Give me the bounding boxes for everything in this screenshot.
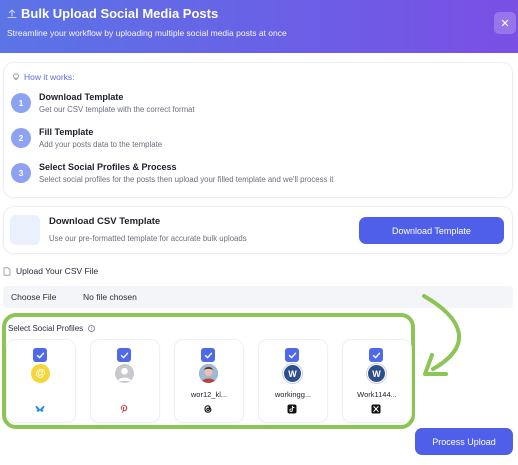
at-sign-avatar: @ <box>31 364 50 383</box>
download-template-button[interactable]: Download Template <box>359 217 504 244</box>
csv-file-icon <box>10 215 40 245</box>
profile-checkbox[interactable] <box>33 348 47 362</box>
step-description: Select social profiles for the posts the… <box>39 175 334 184</box>
checkmark-icon <box>288 352 296 359</box>
download-template-card: Download CSV Template Use our pre-format… <box>4 207 512 253</box>
photo-avatar <box>199 364 218 383</box>
checkmark-icon <box>120 352 128 359</box>
step-title: Fill Template <box>39 127 94 137</box>
profile-checkbox[interactable] <box>369 348 383 362</box>
profile-name: Work1144... <box>357 390 397 399</box>
checkmark-icon <box>36 352 44 359</box>
modal-title: Bulk Upload Social Media Posts <box>21 6 219 21</box>
choose-file-button[interactable]: Choose File <box>11 292 56 302</box>
x-icon <box>371 404 381 414</box>
photo-icon <box>199 364 218 383</box>
close-icon: ✕ <box>500 17 510 30</box>
file-input[interactable]: Choose File No file chosen <box>3 286 513 308</box>
select-profiles-label: Select Social Profiles i <box>8 324 96 333</box>
profile-card[interactable] <box>91 340 159 422</box>
user-icon <box>118 367 131 381</box>
upload-csv-label-text: Upload Your CSV File <box>16 266 99 276</box>
select-profiles-text: Select Social Profiles <box>8 324 84 333</box>
how-it-works-title: How it works: <box>24 72 75 82</box>
lightbulb-icon <box>13 73 19 80</box>
letter-w-avatar: W <box>367 364 386 383</box>
checkmark-icon <box>372 352 380 359</box>
step-item: 1 Download Template Get our CSV template… <box>11 92 501 119</box>
profile-card[interactable]: @ <box>7 340 75 422</box>
threads-icon <box>204 405 212 413</box>
profile-checkbox[interactable] <box>117 348 131 362</box>
process-upload-button[interactable]: Process Upload <box>415 428 513 455</box>
profile-card[interactable]: wor12_kl... <box>175 340 243 422</box>
download-title: Download CSV Template <box>49 216 161 227</box>
pinterest-icon <box>120 405 128 413</box>
step-number: 2 <box>11 128 31 148</box>
letter-w-avatar: W <box>283 364 302 383</box>
step-title: Download Template <box>39 92 124 102</box>
avatar-letter: W <box>288 368 297 379</box>
tiktok-icon <box>287 404 297 414</box>
modal-subtitle: Streamline your workflow by uploading mu… <box>7 28 287 38</box>
profile-checkbox[interactable] <box>285 348 299 362</box>
profile-card[interactable]: W workingg... <box>259 340 327 422</box>
step-description: Get our CSV template with the correct fo… <box>39 105 195 114</box>
close-button[interactable]: ✕ <box>494 12 516 34</box>
profile-name: wor12_kl... <box>190 390 228 399</box>
step-number: 1 <box>11 93 31 113</box>
how-it-works-card: How it works: 1 Download Template Get ou… <box>4 63 512 197</box>
modal-header: Bulk Upload Social Media Posts Streamlin… <box>0 0 518 53</box>
profile-name: workingg... <box>274 390 312 399</box>
checkmark-icon <box>204 352 212 359</box>
profile-card[interactable]: W Work1144... <box>343 340 411 422</box>
avatar-letter: W <box>372 368 381 379</box>
bluesky-icon <box>35 405 45 412</box>
upload-icon <box>7 9 17 19</box>
default-user-avatar <box>115 364 134 383</box>
upload-csv-label: Upload Your CSV File <box>3 266 98 276</box>
step-title: Select Social Profiles & Process <box>39 162 177 172</box>
info-icon[interactable]: i <box>88 325 96 332</box>
file-icon <box>3 266 11 276</box>
step-number: 3 <box>11 163 31 183</box>
step-description: Add your posts data to the template <box>39 140 163 149</box>
step-item: 2 Fill Template Add your posts data to t… <box>11 127 501 154</box>
file-status: No file chosen <box>83 292 137 302</box>
step-item: 3 Select Social Profiles & Process Selec… <box>11 162 501 189</box>
how-it-works-heading: How it works: <box>12 72 75 82</box>
profile-checkbox[interactable] <box>201 348 215 362</box>
download-description: Use our pre-formatted template for accur… <box>49 234 247 243</box>
